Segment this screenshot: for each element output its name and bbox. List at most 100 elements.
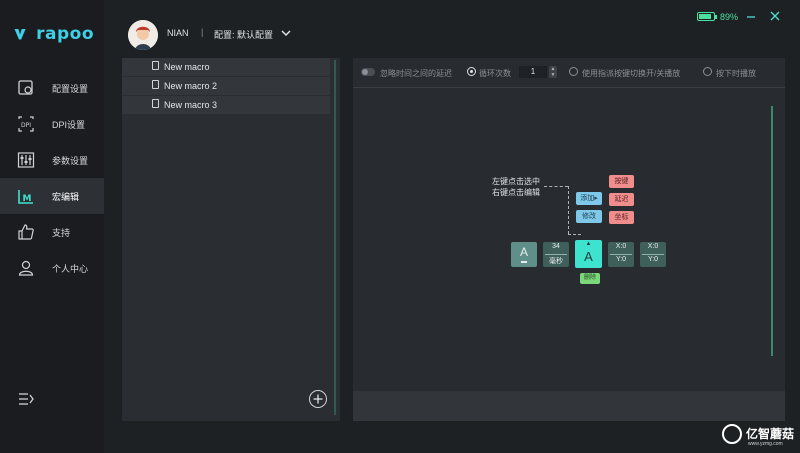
document-icon: [152, 61, 159, 70]
macro-key-step[interactable]: A: [511, 242, 537, 267]
loop-count-label: 循环次数: [479, 69, 511, 78]
sidebar-item-label: 配置设置: [52, 84, 89, 94]
editor-scrollbar[interactable]: [771, 106, 773, 356]
plus-circle-icon: [313, 394, 323, 404]
add-key-button[interactable]: 按键: [609, 175, 634, 188]
coord-x: X:0: [647, 243, 659, 250]
add-coordinate-button[interactable]: 坐标: [609, 211, 634, 224]
delete-button[interactable]: 删除: [580, 273, 600, 284]
watermark-text: 亿智蘑菇: [746, 427, 795, 441]
coord-x: X:0: [615, 243, 627, 250]
key-up-arrow-icon: ▲: [585, 241, 592, 247]
user-icon: [18, 260, 34, 276]
avatar[interactable]: [128, 20, 158, 50]
svg-text:DPI: DPI: [21, 122, 31, 129]
add-button[interactable]: 添加▸: [576, 192, 602, 205]
hint-line-2: 右键点击编辑: [492, 188, 540, 197]
minimize-button[interactable]: [744, 9, 758, 23]
logo-mark-icon: [14, 29, 26, 40]
logo-text: rapoo: [36, 24, 94, 44]
sidebar-item-personal-center[interactable]: 个人中心: [0, 250, 104, 286]
macro-list-panel: New macro New macro 2 New macro 3: [122, 58, 340, 421]
dpi-icon: DPI: [18, 116, 34, 132]
hint-connector: [568, 186, 569, 234]
hint-connector: [544, 186, 568, 187]
avatar-icon: [128, 20, 158, 50]
ignore-delay-label: 忽略时间之间的延迟: [380, 69, 452, 78]
document-icon: [152, 80, 159, 89]
ignore-delay-toggle[interactable]: [361, 68, 375, 76]
macro-name: New macro 3: [164, 100, 218, 110]
chevron-down-icon[interactable]: [281, 28, 291, 38]
toggle-by-key-radio[interactable]: [569, 67, 578, 76]
macro-list-item[interactable]: New macro 2: [122, 77, 330, 95]
sidebar-item-config-settings[interactable]: 配置设置: [0, 70, 104, 106]
divider: [642, 254, 664, 255]
close-button[interactable]: [768, 9, 782, 23]
coord-y: Y:0: [647, 256, 659, 263]
key-label: A: [519, 245, 528, 259]
key-label: A: [584, 249, 593, 264]
thumbs-up-icon: [18, 224, 34, 240]
minimize-icon: [747, 16, 755, 18]
play-while-pressed-radio[interactable]: [703, 67, 712, 76]
sidebar-item-label: 个人中心: [52, 264, 89, 274]
sidebar-item-label: 支持: [52, 228, 71, 238]
sidebar: rapoo 配置设置 DPI DPI设置 参数设置 M 宏编辑 支持 个人中心: [0, 0, 104, 453]
divider: [545, 254, 567, 255]
divider: [610, 254, 632, 255]
add-label: 添加: [580, 195, 595, 202]
loop-count-stepper[interactable]: ▲ ▼: [549, 66, 557, 78]
user-name: NIAN: [167, 28, 189, 38]
hint-line-1: 左键点击选中: [492, 177, 540, 186]
macro-coordinate-step[interactable]: X:0 Y:0: [608, 242, 634, 267]
svg-text:M: M: [23, 194, 32, 204]
sidebar-item-params[interactable]: 参数设置: [0, 142, 104, 178]
modify-button[interactable]: 修改: [576, 210, 602, 223]
delay-value: 34: [552, 243, 560, 250]
coord-y: Y:0: [615, 256, 627, 263]
rapoo-logo: rapoo: [14, 22, 94, 46]
sidebar-item-macro-editor[interactable]: M 宏编辑: [0, 178, 104, 214]
sidebar-item-dpi[interactable]: DPI DPI设置: [0, 106, 104, 142]
macro-key-step-selected[interactable]: ▲ A: [575, 240, 602, 268]
editor-toolbar: 忽略时间之间的延迟 循环次数 1 ▲ ▼ 使用指派按键切换开/关播放 按下时播放: [353, 58, 785, 88]
macro-list-scrollbar[interactable]: [334, 60, 336, 415]
usage-hint: 左键点击选中 右键点击编辑: [492, 176, 540, 198]
macro-name: New macro 2: [164, 81, 218, 91]
add-delay-button[interactable]: 延迟: [609, 193, 634, 206]
delay-unit: 毫秒: [549, 258, 563, 265]
loop-count-input[interactable]: 1: [519, 66, 547, 78]
macro-name: New macro: [164, 62, 210, 72]
document-icon: [152, 99, 159, 108]
config-selector-label[interactable]: 配置: 默认配置: [214, 28, 273, 41]
hint-connector: [568, 234, 581, 235]
battery-percent: 89%: [720, 12, 739, 22]
sidebar-item-label: 宏编辑: [52, 192, 80, 202]
battery-icon: [697, 12, 715, 21]
sidebar-item-label: DPI设置: [52, 120, 86, 130]
toggle-by-key-label: 使用指派按键切换开/关播放: [582, 69, 681, 78]
watermark-circle-icon: [722, 424, 742, 444]
key-down-indicator: [521, 261, 527, 263]
close-icon: [770, 11, 780, 21]
play-while-pressed-label: 按下时播放: [716, 69, 756, 78]
loop-count-radio[interactable]: [467, 67, 476, 76]
collapse-menu-icon[interactable]: [17, 390, 35, 408]
macro-icon: M: [18, 190, 33, 204]
add-arrow-icon: ▸: [594, 195, 598, 202]
add-macro-button[interactable]: [309, 390, 327, 408]
header-separator: |: [201, 27, 204, 37]
macro-list-item[interactable]: New macro: [122, 58, 330, 76]
sidebar-item-label: 参数设置: [52, 156, 89, 166]
macro-editor-panel: 忽略时间之间的延迟 循环次数 1 ▲ ▼ 使用指派按键切换开/关播放 按下时播放 …: [353, 58, 785, 421]
editor-footer: [353, 391, 785, 421]
macro-coordinate-step[interactable]: X:0 Y:0: [640, 242, 666, 267]
battery-nub: [715, 15, 717, 19]
watermark-logo: 亿智蘑菇 www.yzmg.com: [722, 422, 794, 448]
header: NIAN | 配置: 默认配置 89%: [104, 0, 800, 58]
macro-list-item[interactable]: New macro 3: [122, 96, 330, 114]
sliders-icon: [17, 152, 35, 168]
macro-delay-step[interactable]: 34 毫秒: [543, 242, 569, 267]
sidebar-item-support[interactable]: 支持: [0, 214, 104, 250]
